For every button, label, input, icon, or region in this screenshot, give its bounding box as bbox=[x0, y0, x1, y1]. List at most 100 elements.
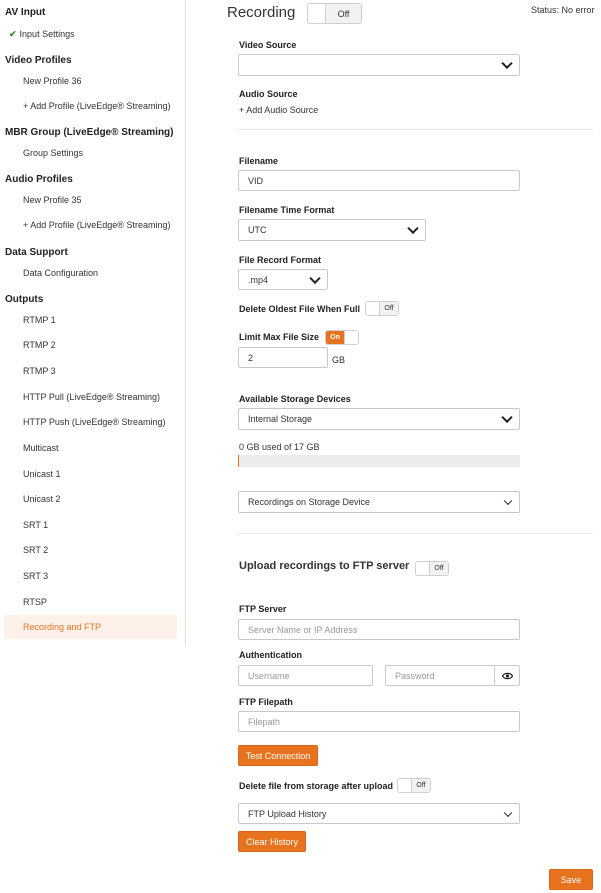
storage-usage-text: 0 GB used of 17 GB bbox=[239, 442, 320, 452]
username-placeholder: Username bbox=[248, 670, 290, 681]
sidebar-item-unicast-1[interactable]: Unicast 1 bbox=[23, 469, 61, 479]
filename-value: VID bbox=[248, 175, 264, 186]
toggle-state: Off bbox=[326, 4, 361, 23]
divider bbox=[238, 533, 593, 534]
sidebar-item-rtmp-2[interactable]: RTMP 2 bbox=[23, 340, 56, 350]
toggle-knob bbox=[398, 779, 412, 792]
sidebar-item-http-pull[interactable]: HTTP Pull (LiveEdge® Streaming) bbox=[23, 392, 160, 402]
sidebar-item-srt-3[interactable]: SRT 3 bbox=[23, 571, 48, 581]
time-format-label: Filename Time Format bbox=[239, 205, 335, 215]
sidebar-item-add-video-profile[interactable]: + Add Profile (LiveEdge® Streaming) bbox=[23, 101, 170, 111]
toggle-knob bbox=[366, 302, 380, 315]
sidebar-heading-data-support: Data Support bbox=[5, 247, 68, 258]
record-format-label: File Record Format bbox=[239, 255, 322, 265]
sidebar-item-add-audio-profile[interactable]: + Add Profile (LiveEdge® Streaming) bbox=[23, 220, 170, 230]
username-input[interactable]: Username bbox=[238, 665, 373, 686]
sidebar-item-new-profile-35[interactable]: New Profile 35 bbox=[23, 195, 82, 205]
ftp-history-value: FTP Upload History bbox=[248, 808, 327, 819]
video-source-label: Video Source bbox=[239, 40, 297, 50]
add-audio-source-link[interactable]: + Add Audio Source bbox=[239, 105, 318, 115]
toggle-state: Off bbox=[380, 302, 398, 315]
chevron-down-icon bbox=[407, 222, 419, 235]
sidebar-item-input-settings[interactable]: ✔ Input Settings bbox=[9, 29, 75, 40]
chevron-down-icon bbox=[501, 57, 513, 70]
sidebar-item-srt-2[interactable]: SRT 2 bbox=[23, 545, 48, 555]
toggle-knob bbox=[308, 4, 326, 23]
chevron-down-icon bbox=[501, 411, 513, 424]
sidebar: AV Input ✔ Input Settings Video Profiles … bbox=[0, 0, 186, 646]
sidebar-heading-outputs: Outputs bbox=[5, 294, 44, 305]
ftp-heading: Upload recordings to FTP server bbox=[239, 560, 410, 572]
sidebar-item-label: Input Settings bbox=[19, 29, 75, 39]
delete-after-upload-label: Delete file from storage after upload bbox=[239, 781, 394, 791]
sidebar-item-multicast[interactable]: Multicast bbox=[23, 443, 59, 453]
limit-size-toggle[interactable]: On bbox=[325, 330, 359, 345]
ftp-server-placeholder: Server Name or IP Address bbox=[248, 624, 358, 635]
time-format-select[interactable]: UTC bbox=[238, 219, 426, 241]
sidebar-item-http-push[interactable]: HTTP Push (LiveEdge® Streaming) bbox=[23, 417, 166, 427]
sidebar-item-rtsp[interactable]: RTSP bbox=[23, 597, 47, 607]
chevron-down-icon bbox=[503, 496, 513, 506]
status-text: Status: No error bbox=[531, 5, 595, 15]
toggle-knob bbox=[344, 331, 358, 344]
save-button[interactable]: Save bbox=[549, 869, 593, 890]
test-connection-button[interactable]: Test Connection bbox=[238, 745, 318, 766]
password-placeholder: Password bbox=[395, 670, 435, 681]
sidebar-heading-mbr-group: MBR Group (LiveEdge® Streaming) bbox=[5, 127, 174, 138]
eye-icon bbox=[501, 672, 513, 679]
sidebar-heading-audio-profiles: Audio Profiles bbox=[5, 174, 73, 185]
ftp-toggle[interactable]: Off bbox=[415, 561, 449, 576]
video-source-select[interactable] bbox=[238, 54, 520, 76]
divider bbox=[238, 129, 593, 130]
storage-label: Available Storage Devices bbox=[239, 394, 351, 404]
limit-size-input[interactable]: 2 bbox=[238, 347, 328, 368]
limit-size-unit: GB bbox=[332, 355, 346, 365]
sidebar-item-rtmp-1[interactable]: RTMP 1 bbox=[23, 315, 56, 325]
limit-size-label: Limit Max File Size bbox=[239, 332, 320, 342]
ftp-server-input[interactable]: Server Name or IP Address bbox=[238, 619, 520, 640]
ftp-filepath-label: FTP Filepath bbox=[239, 697, 293, 707]
toggle-knob bbox=[416, 562, 430, 575]
filename-input[interactable]: VID bbox=[238, 170, 520, 191]
chevron-down-icon bbox=[309, 272, 321, 284]
record-format-value: .mp4 bbox=[248, 274, 269, 285]
show-password-button[interactable] bbox=[494, 665, 520, 686]
sidebar-item-new-profile-36[interactable]: New Profile 36 bbox=[23, 76, 82, 86]
chevron-down-icon bbox=[503, 808, 513, 817]
storage-usage-bar bbox=[238, 455, 520, 467]
sidebar-item-group-settings[interactable]: Group Settings bbox=[23, 148, 83, 158]
limit-size-value: 2 bbox=[248, 352, 254, 363]
filename-label: Filename bbox=[239, 156, 279, 166]
sidebar-item-recording-and-ftp[interactable]: Recording and FTP bbox=[4, 615, 177, 639]
delete-oldest-toggle[interactable]: Off bbox=[365, 301, 399, 316]
delete-after-upload-toggle[interactable]: Off bbox=[397, 778, 431, 793]
clear-history-button[interactable]: Clear History bbox=[238, 831, 306, 852]
recordings-select-value: Recordings on Storage Device bbox=[248, 497, 371, 507]
authentication-label: Authentication bbox=[239, 650, 302, 660]
sidebar-item-unicast-2[interactable]: Unicast 2 bbox=[23, 494, 61, 504]
time-format-value: UTC bbox=[248, 225, 267, 235]
audio-source-label: Audio Source bbox=[239, 89, 298, 99]
recording-toggle[interactable]: Off bbox=[307, 3, 362, 24]
toggle-state: Off bbox=[412, 779, 430, 792]
ftp-upload-history-select[interactable]: FTP Upload History bbox=[238, 803, 520, 824]
storage-value: Internal Storage bbox=[248, 414, 313, 424]
sidebar-item-rtmp-3[interactable]: RTMP 3 bbox=[23, 366, 56, 376]
sidebar-heading-av-input: AV Input bbox=[5, 7, 46, 18]
check-icon: ✔ bbox=[9, 29, 17, 39]
ftp-server-label: FTP Server bbox=[239, 604, 287, 614]
sidebar-heading-video-profiles: Video Profiles bbox=[5, 55, 72, 66]
sidebar-item-srt-1[interactable]: SRT 1 bbox=[23, 520, 48, 530]
toggle-state: On bbox=[326, 331, 344, 344]
password-input[interactable]: Password bbox=[385, 665, 495, 686]
toggle-state: Off bbox=[430, 562, 448, 575]
sidebar-item-data-configuration[interactable]: Data Configuration bbox=[23, 268, 98, 278]
record-format-select[interactable]: .mp4 bbox=[238, 269, 328, 290]
recordings-on-device-select[interactable]: Recordings on Storage Device bbox=[238, 491, 520, 513]
delete-oldest-label: Delete Oldest File When Full bbox=[239, 304, 361, 314]
page-title: Recording bbox=[227, 4, 296, 21]
storage-select[interactable]: Internal Storage bbox=[238, 408, 520, 430]
ftp-filepath-input[interactable]: Filepath bbox=[238, 711, 520, 732]
ftp-filepath-placeholder: Filepath bbox=[248, 716, 281, 727]
storage-usage-fill bbox=[238, 455, 239, 467]
